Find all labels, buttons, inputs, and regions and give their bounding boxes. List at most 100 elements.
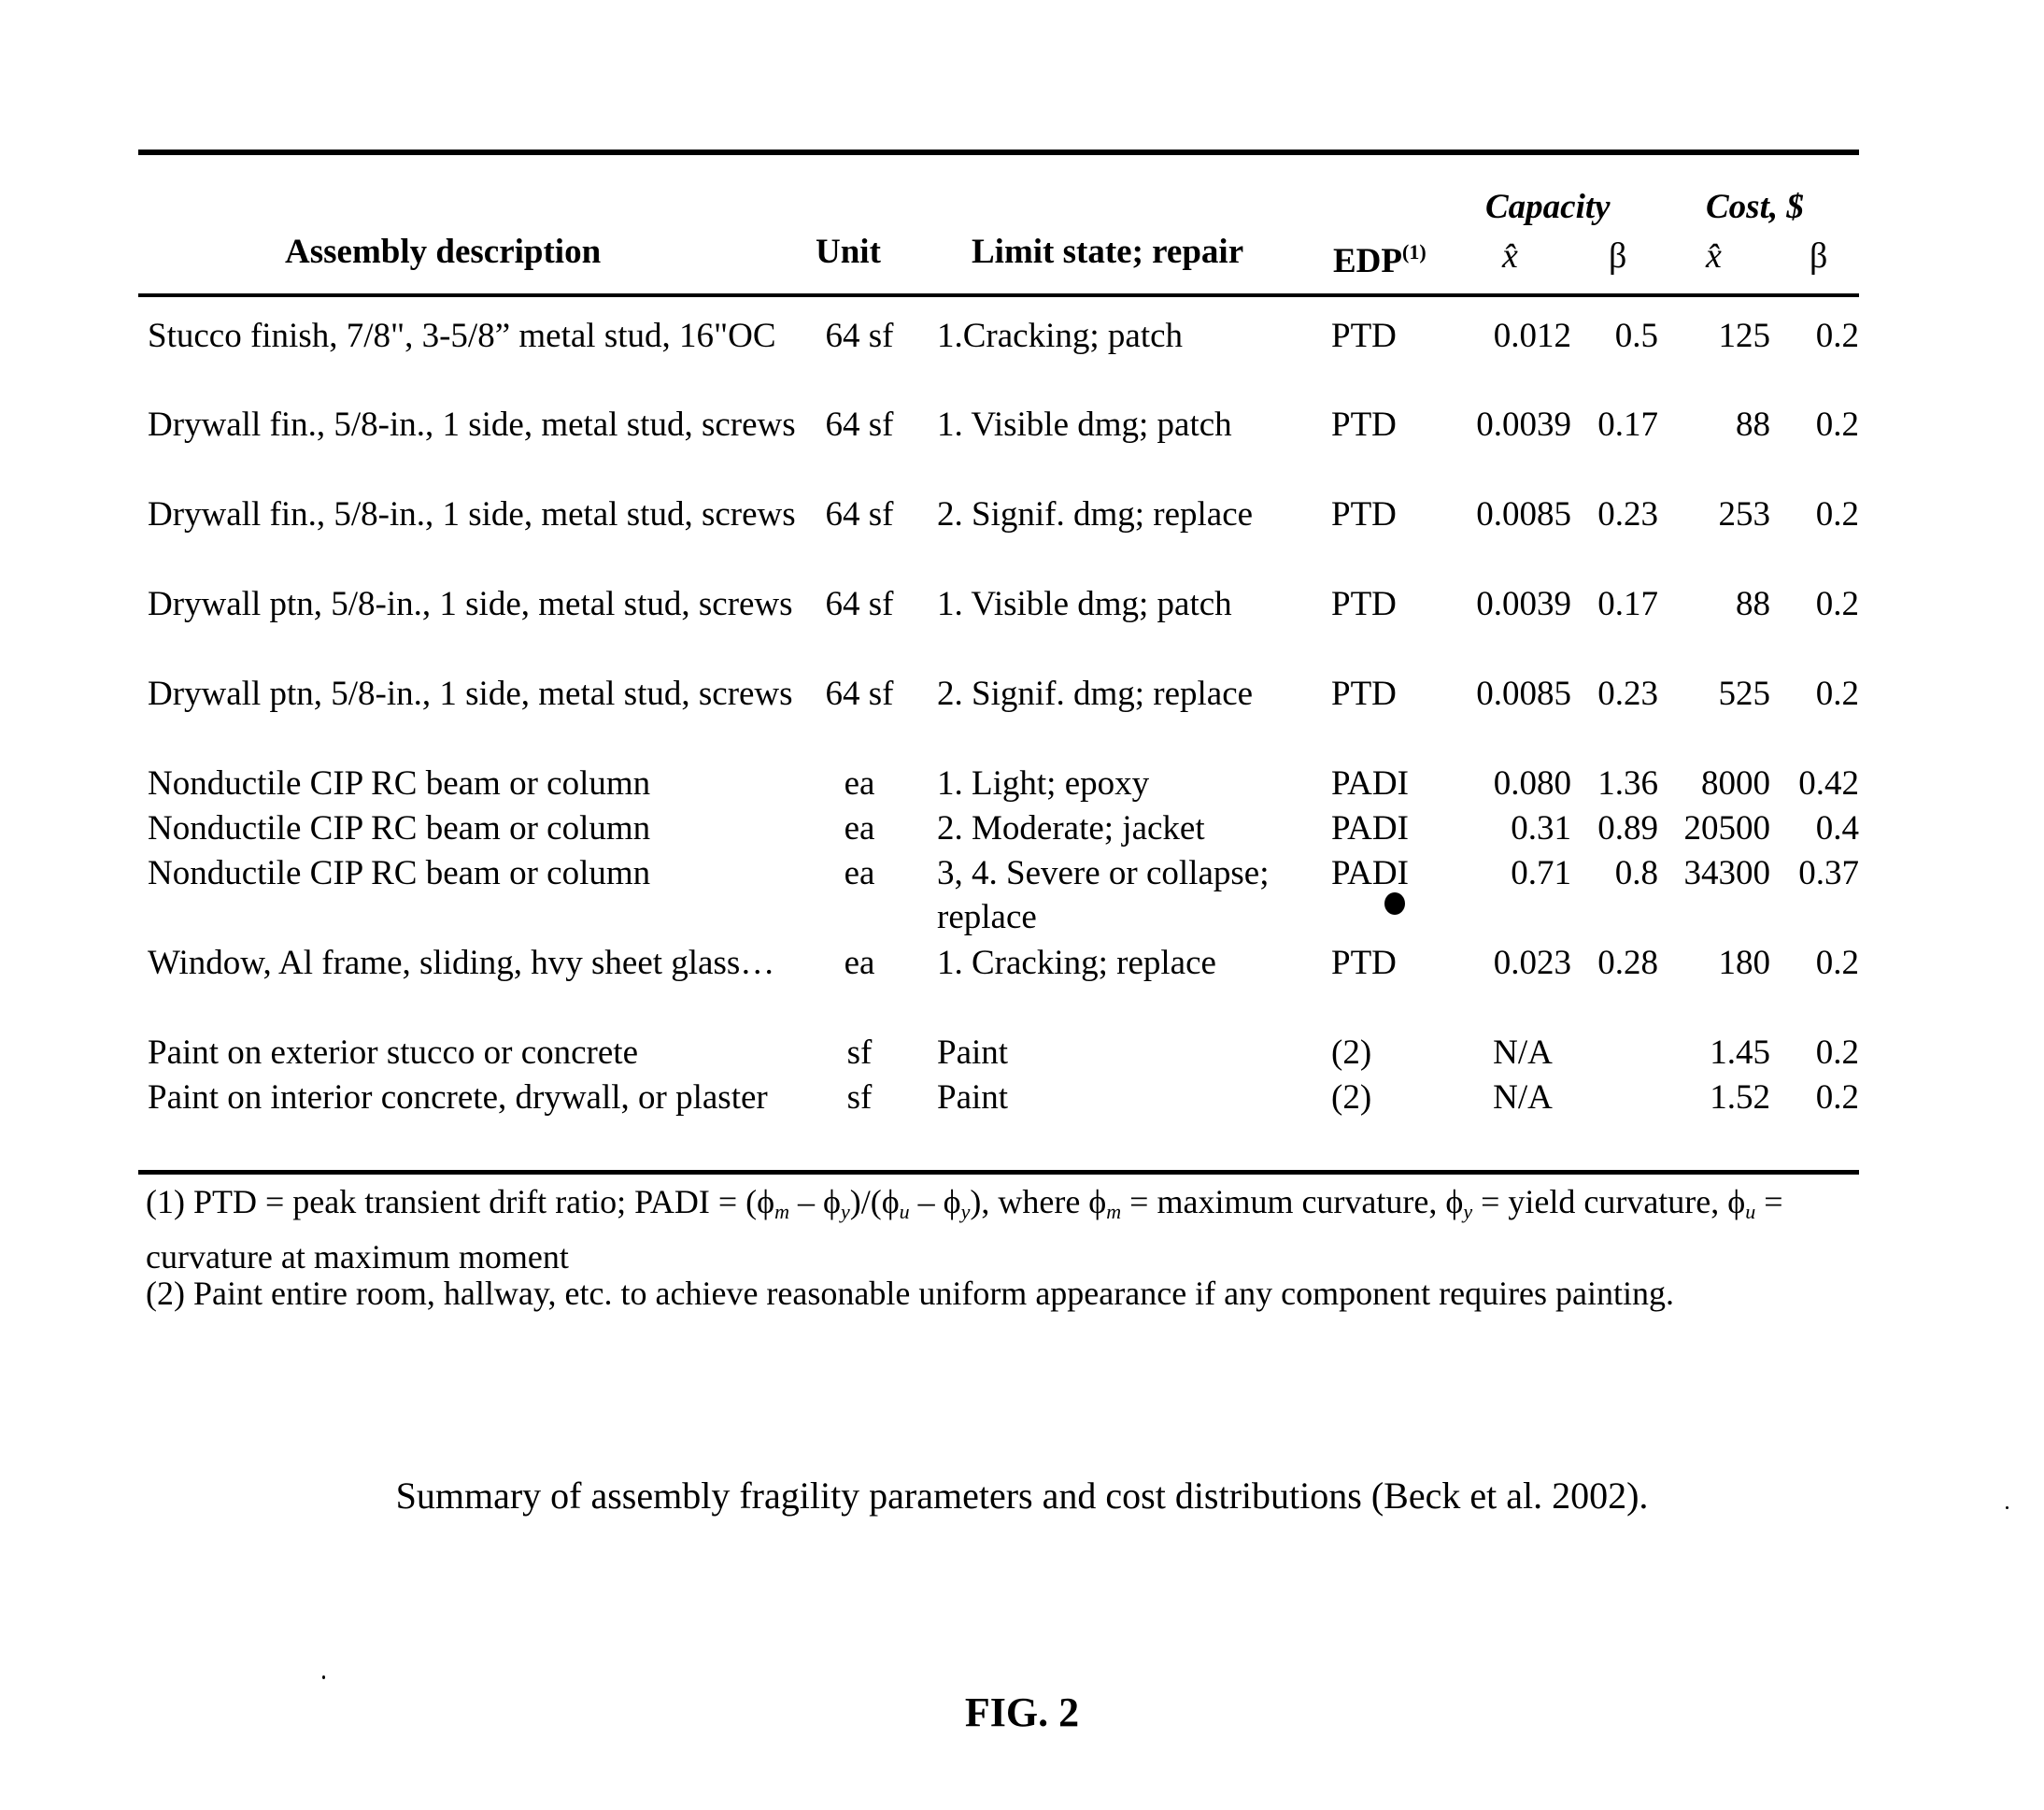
fn1-sub: m xyxy=(1106,1200,1122,1223)
cell-capacity-beta: 0.8 xyxy=(1614,854,1658,892)
cell-assembly: Nonductile CIP RC beam or column xyxy=(148,854,651,892)
cell-assembly: Window, Al frame, sliding, hvy sheet gla… xyxy=(148,944,775,982)
cell-cost-median: 34300 xyxy=(1683,854,1771,892)
header-edp-label: EDP xyxy=(1333,242,1402,280)
cell-cost-beta: 0.2 xyxy=(1815,585,1859,623)
cell-edp: PTD xyxy=(1331,944,1397,982)
cell-capacity-median: N/A xyxy=(1493,1033,1553,1072)
table-top-rule xyxy=(138,150,1859,155)
header-unit: Unit xyxy=(816,233,881,271)
cell-unit: ea xyxy=(844,809,875,848)
cell-assembly: Stucco finish, 7/8", 3-5/8” metal stud, … xyxy=(148,317,776,355)
cell-edp: PTD xyxy=(1331,675,1397,713)
cell-unit: 64 sf xyxy=(825,495,894,534)
cell-edp: PTD xyxy=(1331,585,1397,623)
cell-capacity-median: 0.31 xyxy=(1511,809,1571,848)
fn1-text: – ϕ xyxy=(789,1183,841,1220)
cell-limit-state: 1. Light; epoxy xyxy=(937,764,1150,803)
fn1-text: = yield curvature, ϕ xyxy=(1472,1183,1746,1220)
cell-unit: ea xyxy=(844,854,875,892)
cell-assembly: Drywall ptn, 5/8-in., 1 side, metal stud… xyxy=(148,675,793,713)
cell-cost-beta: 0.37 xyxy=(1798,854,1859,892)
header-capacity-median: x̂ xyxy=(1502,236,1518,276)
cell-unit: 64 sf xyxy=(825,585,894,623)
cell-cost-beta: 0.2 xyxy=(1815,675,1859,713)
cell-cost-beta: 0.4 xyxy=(1815,809,1859,848)
fn1-text: )/(ϕ xyxy=(849,1183,900,1220)
cell-limit-state: 1.Cracking; patch xyxy=(937,317,1184,355)
header-cost: Cost, $ xyxy=(1706,188,1804,226)
scan-speck xyxy=(2006,1506,2009,1509)
cell-cost-median: 525 xyxy=(1718,675,1771,713)
cell-edp: PADI xyxy=(1331,809,1409,848)
cell-cost-beta: 0.2 xyxy=(1815,1078,1859,1117)
fn1-text: (1) PTD = peak transient drift ratio; PA… xyxy=(146,1183,775,1220)
cell-limit-state: 2. Moderate; jacket xyxy=(937,809,1205,848)
header-capacity-beta: β xyxy=(1609,236,1627,276)
fn1-text: = maximum curvature, ϕ xyxy=(1121,1183,1464,1220)
cell-edp: PADI xyxy=(1331,854,1409,892)
cell-capacity-median: 0.080 xyxy=(1493,764,1571,803)
cell-unit: 64 sf xyxy=(825,406,894,444)
cell-assembly: Nonductile CIP RC beam or column xyxy=(148,809,651,848)
cell-capacity-median: 0.023 xyxy=(1493,944,1571,982)
cell-cost-median: 88 xyxy=(1736,585,1770,623)
cell-unit: 64 sf xyxy=(825,675,894,713)
header-capacity: Capacity xyxy=(1485,188,1611,226)
cell-capacity-median: 0.0039 xyxy=(1476,406,1571,444)
cell-capacity-median: 0.0085 xyxy=(1476,495,1571,534)
cell-limit-state: 1. Visible dmg; patch xyxy=(937,585,1232,623)
cell-capacity-beta: 0.17 xyxy=(1597,585,1658,623)
cell-capacity-beta: 0.17 xyxy=(1597,406,1658,444)
cell-capacity-median: 0.012 xyxy=(1493,317,1571,355)
cell-limit-state: 2. Signif. dmg; replace xyxy=(937,495,1254,534)
fn1-text: ), where ϕ xyxy=(970,1183,1107,1220)
header-cost-median: x̂ xyxy=(1706,236,1722,276)
cell-capacity-median: 0.0039 xyxy=(1476,585,1571,623)
cell-cost-beta: 0.42 xyxy=(1798,764,1859,803)
cell-unit: sf xyxy=(846,1078,873,1117)
cell-edp: PADI xyxy=(1331,764,1409,803)
cell-assembly: Drywall fin., 5/8-in., 1 side, metal stu… xyxy=(148,495,796,534)
header-cost-beta: β xyxy=(1810,236,1828,276)
cell-cost-median: 1.52 xyxy=(1710,1078,1770,1117)
cell-limit-state: Paint xyxy=(937,1033,1009,1072)
cell-edp: PTD xyxy=(1331,317,1397,355)
cell-cost-median: 20500 xyxy=(1683,809,1771,848)
header-edp: EDP(1) xyxy=(1333,232,1427,282)
cell-unit: ea xyxy=(844,944,875,982)
cell-limit-state: 1. Cracking; replace xyxy=(937,944,1216,982)
cell-capacity-beta: 0.23 xyxy=(1597,675,1658,713)
fn1-sub: u xyxy=(1745,1200,1756,1223)
cell-assembly: Paint on exterior stucco or concrete xyxy=(148,1033,638,1072)
cell-capacity-median: 0.0085 xyxy=(1476,675,1571,713)
cell-edp: PTD xyxy=(1331,495,1397,534)
fn1-text: – ϕ xyxy=(909,1183,961,1220)
cell-edp: (2) xyxy=(1331,1078,1372,1117)
table-header-rule xyxy=(138,293,1859,297)
fn1-sub: y xyxy=(840,1200,850,1223)
fn1-sub: m xyxy=(774,1200,789,1223)
cell-assembly: Nonductile CIP RC beam or column xyxy=(148,764,651,803)
table-bottom-rule xyxy=(138,1170,1859,1175)
cell-cost-beta: 0.2 xyxy=(1815,1033,1859,1072)
cell-cost-median: 253 xyxy=(1718,495,1771,534)
cell-unit: sf xyxy=(846,1033,873,1072)
cell-cost-beta: 0.2 xyxy=(1815,495,1859,534)
cell-edp: PTD xyxy=(1331,406,1397,444)
fn1-sub: y xyxy=(960,1200,971,1223)
fn1-sub: u xyxy=(899,1200,910,1223)
cell-capacity-beta: 0.28 xyxy=(1597,944,1658,982)
cell-limit-state: 2. Signif. dmg; replace xyxy=(937,675,1254,713)
cell-cost-median: 180 xyxy=(1718,944,1771,982)
figure-label: FIG. 2 xyxy=(964,1689,1080,1735)
cell-assembly: Paint on interior concrete, drywall, or … xyxy=(148,1078,768,1117)
cell-cost-median: 8000 xyxy=(1701,764,1770,803)
cell-assembly: Drywall fin., 5/8-in., 1 side, metal stu… xyxy=(148,406,796,444)
footnote-1: (1) PTD = peak transient drift ratio; PA… xyxy=(146,1179,1865,1279)
cell-assembly: Drywall ptn, 5/8-in., 1 side, metal stud… xyxy=(148,585,793,623)
cell-capacity-beta: 0.89 xyxy=(1597,809,1658,848)
cell-cost-beta: 0.2 xyxy=(1815,406,1859,444)
cell-cost-median: 88 xyxy=(1736,406,1770,444)
cell-cost-median: 1.45 xyxy=(1710,1033,1770,1072)
